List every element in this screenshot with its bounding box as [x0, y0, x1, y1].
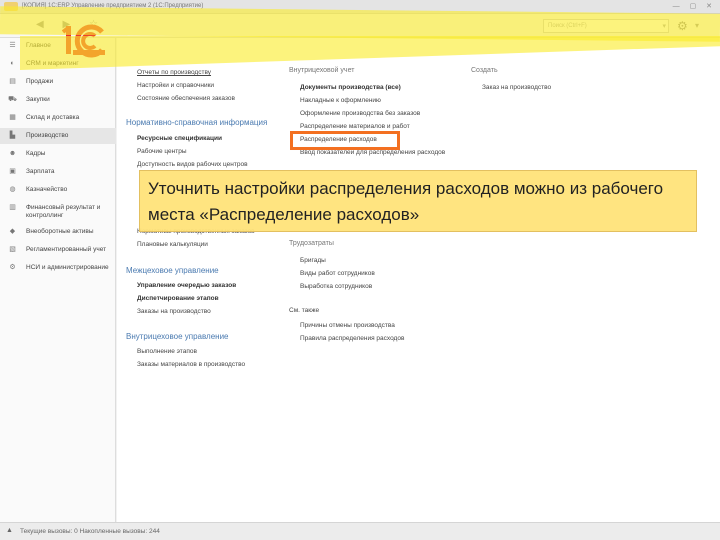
link-create-production-order[interactable]: Заказ на производство — [482, 84, 551, 91]
link-production-without-orders[interactable]: Оформление производства без заказов — [300, 110, 420, 117]
window-controls[interactable]: — ▢ ✕ — [673, 2, 716, 10]
menu-icon: ☰ — [9, 42, 16, 49]
ledger-icon: ▧ — [9, 246, 16, 253]
section-header-create: Создать — [471, 67, 498, 74]
status-text: Текущие вызовы: 0 Накопленные вызовы: 24… — [20, 528, 160, 535]
link-production-reports[interactable]: Отчеты по производству — [137, 69, 211, 76]
link-planned-calculations[interactable]: Плановые калькуляции — [137, 241, 208, 248]
search-input[interactable]: Поиск (Ctrl+F) ▾ — [543, 19, 669, 33]
section-header-inter-shop: Межцеховое управление — [126, 266, 219, 275]
link-resource-specs[interactable]: Ресурсные спецификации — [137, 135, 222, 142]
people-icon: ☻ — [8, 150, 17, 157]
link-employee-output[interactable]: Выработка сотрудников — [300, 283, 372, 290]
treasury-icon: ◍ — [9, 186, 16, 193]
section-header-nsi: Нормативно-справочная информация — [126, 118, 268, 127]
link-material-distribution[interactable]: Распределение материалов и работ — [300, 123, 410, 130]
sidebar: ☰ Главное ◐ CRM и маркетинг ▤ Продажи ⛟ Заку… — [0, 38, 116, 522]
link-production-orders[interactable]: Заказы на производство — [137, 308, 211, 315]
sidebar-item-production[interactable]: ▙ Производство — [0, 128, 116, 144]
assets-icon: ◆ — [9, 228, 16, 235]
menu-icon[interactable]: ▾ — [695, 21, 699, 30]
app-icon — [4, 2, 18, 11]
section-header-see-also: См. также — [289, 307, 320, 314]
status-bar: ▲ Текущие вызовы: 0 Накопленные вызовы: … — [0, 522, 720, 540]
cart-icon: ⛟ — [8, 96, 17, 103]
link-cancel-reasons[interactable]: Причины отмены производства — [300, 322, 395, 329]
crm-icon: ◐ — [10, 60, 15, 67]
main-content: Отчеты по производству Настройки и справ… — [117, 38, 720, 522]
link-invoices[interactable]: Накладные к оформлению — [300, 97, 381, 104]
sales-icon: ▤ — [9, 78, 16, 85]
link-order-supply-status[interactable]: Состояние обеспечения заказов — [137, 95, 235, 102]
link-distribution-rules[interactable]: Правила распределения расходов — [300, 335, 404, 342]
factory-icon: ▙ — [9, 132, 16, 139]
link-material-orders[interactable]: Заказы материалов в производство — [137, 361, 245, 368]
link-work-types[interactable]: Виды работ сотрудников — [300, 270, 375, 277]
search-placeholder: Поиск (Ctrl+F) — [548, 23, 587, 29]
salary-icon: ▣ — [9, 168, 16, 175]
1c-logo — [62, 24, 105, 58]
link-production-docs[interactable]: Документы производства (все) — [300, 84, 401, 91]
link-settings[interactable]: Настройки и справочники — [137, 82, 214, 89]
gear-icon[interactable]: ⚙ — [677, 19, 688, 33]
gear-icon: ⚙ — [9, 264, 16, 271]
section-header-intra-shop-accounting: Внутрицеховой учет — [289, 67, 355, 74]
title-bar: [КОПИЯ] 1С:ERP Управление предприятием 2… — [0, 0, 720, 14]
window-title: [КОПИЯ] 1С:ERP Управление предприятием 2… — [22, 3, 204, 9]
link-order-queue[interactable]: Управление очередью заказов — [137, 282, 236, 289]
link-stage-execution[interactable]: Выполнение этапов — [137, 348, 197, 355]
link-distribution-indicators[interactable]: Ввод показателей для распределения расхо… — [300, 149, 445, 156]
link-work-centers[interactable]: Рабочие центры — [137, 148, 187, 155]
chevron-down-icon[interactable]: ▾ — [662, 22, 666, 30]
section-header-intra-shop: Внутрицеховое управление — [126, 332, 229, 341]
section-header-labor: Трудозатраты — [289, 240, 334, 247]
highlight-box — [290, 131, 400, 150]
warehouse-icon: ▦ — [9, 114, 16, 121]
toolbar: ◀ ▶ ☆ Поиск (Ctrl+F) ▾ ⚙ ▾ — [0, 14, 720, 38]
chart-icon: ▥ — [9, 204, 16, 211]
link-stage-dispatch[interactable]: Диспетчирование этапов — [137, 295, 219, 302]
link-work-center-availability[interactable]: Доступность видов рабочих центров — [137, 161, 248, 168]
link-brigades[interactable]: Бригады — [300, 257, 326, 264]
calls-icon: ▲ — [6, 527, 13, 534]
callout-note: Уточнить настройки распределения расходо… — [139, 170, 697, 232]
